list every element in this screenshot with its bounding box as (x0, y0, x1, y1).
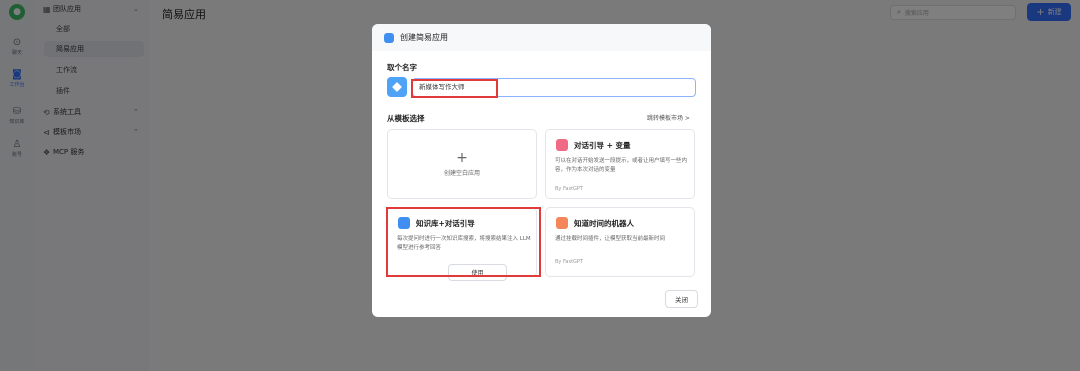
clock-icon (556, 217, 568, 229)
template-label: 从模板选择 (387, 114, 425, 123)
modal-title: 创建简易应用 (400, 33, 448, 42)
chat-bubble-icon (556, 139, 568, 151)
app-name-field[interactable]: 新媒体写作大师 (412, 78, 696, 97)
avatar-picker[interactable] (387, 77, 407, 97)
card-title: 知道时间的机器人 (574, 218, 634, 228)
app-icon (384, 32, 394, 43)
card-author: By FastGPT (555, 259, 583, 265)
card-description: 每次提问时进行一次知识库搜索，将搜索结果注入 LLM 模型进行参考回答 (397, 236, 531, 251)
card-description: 通过挂载时间插件，让模型获取当前最新时间 (555, 236, 666, 242)
modal-header: 创建简易应用 (372, 24, 711, 51)
name-label: 取个名字 (387, 63, 417, 72)
use-button[interactable]: 使用 (448, 264, 507, 281)
plus-icon: + (456, 150, 468, 166)
book-icon (398, 217, 410, 229)
template-market-link[interactable]: 跳转模板市场 > (647, 113, 690, 122)
blank-app-card[interactable]: + 创建空白应用 (387, 129, 537, 199)
card-title: 知识库+对话引导 (416, 218, 475, 228)
template-card-time-bot[interactable]: 知道时间的机器人 通过挂载时间插件，让模型获取当前最新时间 By FastGPT (545, 207, 695, 277)
cube-icon (392, 82, 402, 92)
close-button[interactable]: 关闭 (665, 290, 698, 308)
card-author: By FastGPT (555, 186, 583, 192)
create-app-modal: 创建简易应用 取个名字 新媒体写作大师 从模板选择 跳转模板市场 > + 创建空… (372, 24, 711, 317)
template-card-knowledge-guide[interactable]: 知识库+对话引导 每次提问时进行一次知识库搜索，将搜索结果注入 LLM 模型进行… (387, 207, 537, 281)
card-description: 可以在对话开始发送一段提示，或者让用户填写一些内容，作为本次对话的变量 (555, 158, 688, 173)
template-card-guide-variable[interactable]: 对话引导 + 变量 可以在对话开始发送一段提示，或者让用户填写一些内容，作为本次… (545, 129, 695, 199)
card-title: 对话引导 + 变量 (574, 140, 631, 150)
